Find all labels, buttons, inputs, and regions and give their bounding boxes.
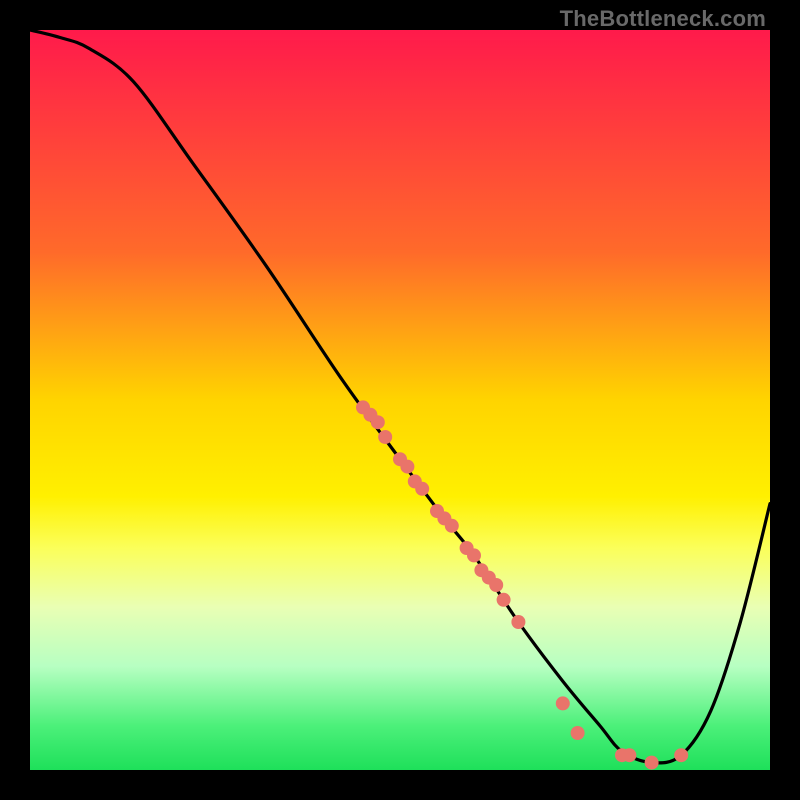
scatter-point (674, 748, 688, 762)
scatter-point (556, 696, 570, 710)
scatter-point (378, 430, 392, 444)
scatter-point (645, 756, 659, 770)
scatter-point (467, 548, 481, 562)
scatter-point (445, 519, 459, 533)
scatter-point (489, 578, 503, 592)
bottleneck-chart (30, 30, 770, 770)
watermark-text: TheBottleneck.com (560, 6, 766, 32)
chart-frame (30, 30, 770, 770)
scatter-point (571, 726, 585, 740)
scatter-point (511, 615, 525, 629)
scatter-point (622, 748, 636, 762)
scatter-point (497, 593, 511, 607)
scatter-point (400, 460, 414, 474)
scatter-point (415, 482, 429, 496)
scatter-point (371, 415, 385, 429)
chart-background (30, 30, 770, 770)
